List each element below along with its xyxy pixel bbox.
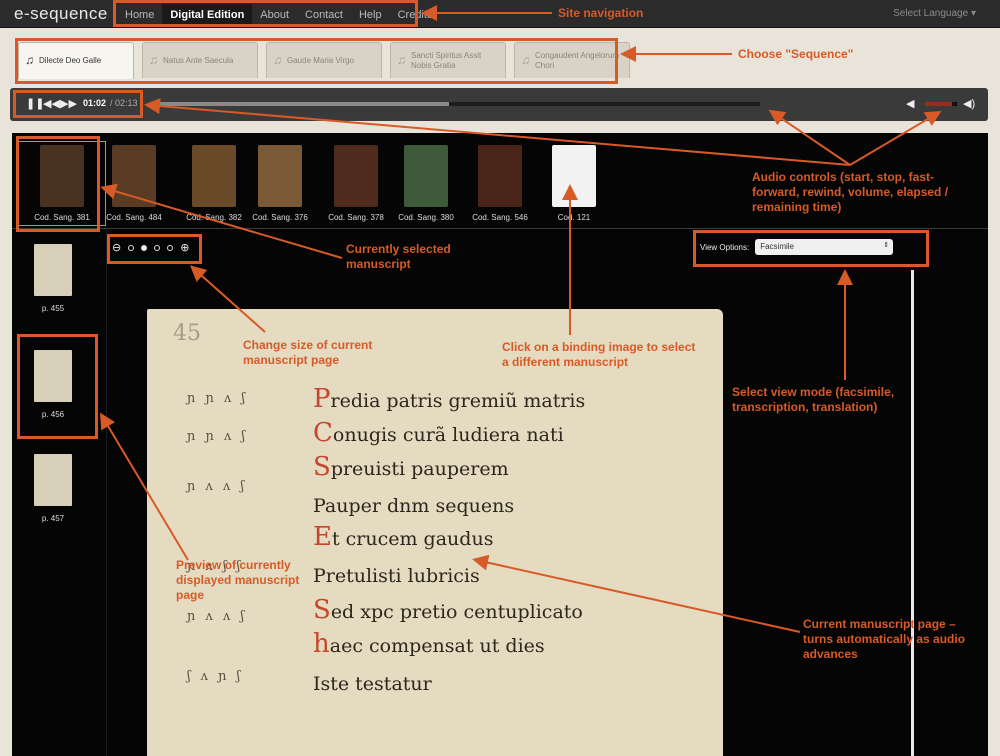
annotation-audio-controls: Audio controls (start, stop, fast-forwar… [752,170,949,214]
annotation-view-mode: Select view mode (facsimile, transcripti… [732,385,895,414]
annotation-preview: Preview of currently displayed manuscrip… [176,558,300,602]
annotation-click-binding: Click on a binding image to select a dif… [502,340,696,369]
annotation-selected-manuscript: Currently selected manuscript [346,242,451,271]
annotation-change-size: Change size of current manuscript page [243,338,373,367]
annotation-site-nav: Site navigation [558,6,644,20]
annotation-choose-sequence: Choose "Sequence" [738,47,854,61]
annotation-current-page: Current manuscript page – turns automati… [803,617,966,661]
